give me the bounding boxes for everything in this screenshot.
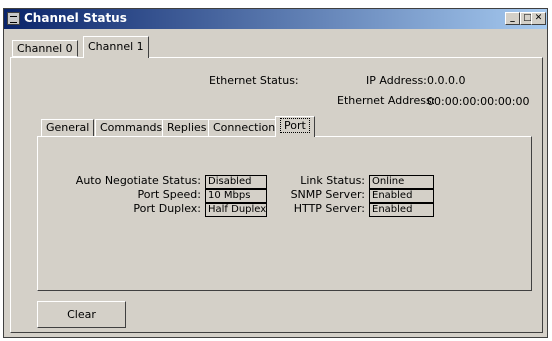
tab-general[interactable]: General [41,119,95,136]
link-status-label: Link Status: [300,174,365,187]
port-speed-field: 10 Mbps [205,189,267,203]
http-server-field: Enabled [369,203,434,217]
channel-panel: Ethernet Status: IP Address: 0.0.0.0 Eth… [10,57,543,333]
auto-negotiate-label: Auto Negotiate Status: [75,174,201,187]
tab-channel-1[interactable]: Channel 1 [83,36,149,58]
ethernet-address-label: Ethernet Address: [337,94,436,107]
ethernet-status-label: Ethernet Status: [209,74,299,87]
minimize-button[interactable]: _ [505,12,520,25]
port-speed-label: Port Speed: [137,188,202,201]
port-duplex-label: Port Duplex: [133,202,201,215]
tab-replies[interactable]: Replies [162,119,212,136]
http-server-label: HTTP Server: [293,202,365,215]
port-panel: Auto Negotiate Status: Disabled Port Spe… [37,136,532,291]
clear-button[interactable]: Clear [37,301,126,328]
tab-port[interactable]: Port [275,116,315,137]
tab-commands[interactable]: Commands [95,119,168,136]
snmp-server-label: SNMP Server: [290,188,365,201]
title-bar[interactable]: Channel Status _ □ ✕ [4,9,547,29]
channel-status-window: Channel Status _ □ ✕ Channel 0 Channel 1… [3,8,548,338]
close-button[interactable]: ✕ [531,12,546,25]
link-status-field: Online [369,175,434,189]
ip-address-label: IP Address: [366,74,427,87]
window-title: Channel Status [24,11,127,25]
snmp-server-field: Enabled [369,189,434,203]
tab-channel-0[interactable]: Channel 0 [12,40,78,57]
port-duplex-field: Half Duplex [205,203,267,217]
ethernet-address-value: 00:00:00:00:00:00 [427,95,530,108]
tab-port-label: Port [280,118,310,133]
app-icon [7,12,20,25]
auto-negotiate-field: Disabled [205,175,267,189]
ip-address-value: 0.0.0.0 [427,74,466,87]
